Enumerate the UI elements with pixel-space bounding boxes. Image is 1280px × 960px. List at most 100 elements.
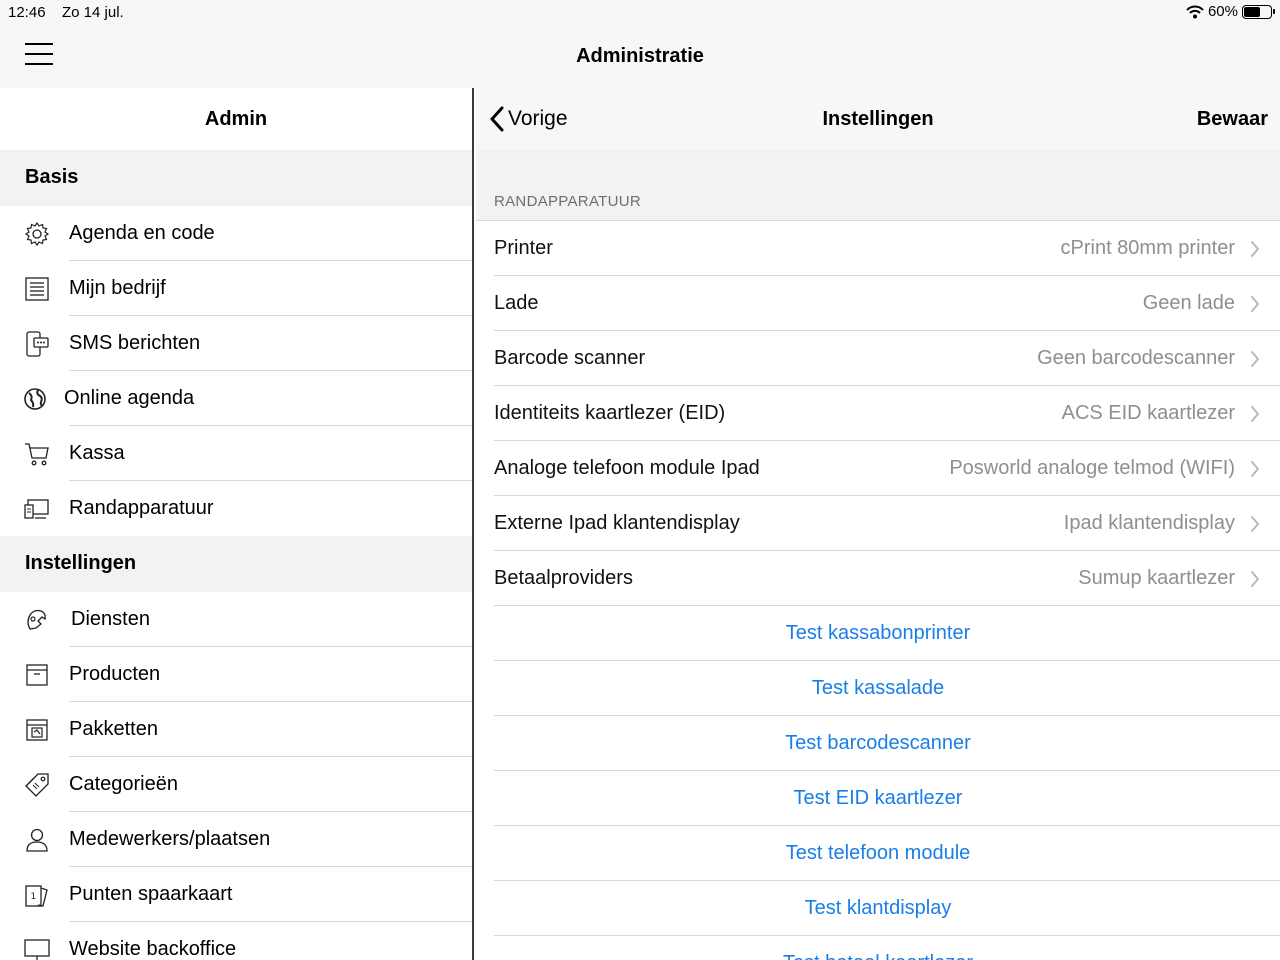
- sidebar: Admin Basis Agenda en code Mijn bedrijf …: [0, 88, 474, 960]
- services-icon: [27, 609, 46, 630]
- sidebar-item-label: Punten spaarkaart: [69, 883, 233, 905]
- test-barcodescanner-button[interactable]: Test barcodescanner: [476, 716, 1280, 771]
- sidebar-item-label: Categorieën: [69, 773, 178, 795]
- sidebar-item-label: Kassa: [69, 442, 125, 464]
- sidebar-item-label: Randapparatuur: [69, 497, 214, 519]
- box-icon: [26, 664, 48, 686]
- tags-icon: [25, 773, 49, 797]
- chevron-right-icon: [1251, 351, 1259, 367]
- sidebar-item-medewerkers[interactable]: Medewerkers/plaatsen: [0, 812, 472, 867]
- setting-value: Posworld analoge telmod (WIFI): [949, 457, 1235, 479]
- sidebar-item-label: Producten: [69, 663, 161, 685]
- battery-percentage: 60%: [1207, 3, 1238, 20]
- sidebar-item-mijn-bedrijf[interactable]: Mijn bedrijf: [0, 261, 472, 316]
- setting-value: ACS EID kaartlezer: [1061, 402, 1235, 424]
- cart-icon: [25, 443, 49, 466]
- test-betaal-kaartlezer-button[interactable]: Test betaal kaartlezer: [476, 936, 1280, 960]
- sidebar-item-label: Mijn bedrijf: [69, 277, 166, 299]
- sidebar-title: Admin: [204, 108, 268, 130]
- action-label: Test kassabonprinter: [785, 622, 971, 644]
- setting-value: Ipad klantendisplay: [1063, 512, 1235, 534]
- app-title: Administratie: [576, 45, 704, 67]
- wifi-icon: [1186, 5, 1204, 18]
- test-kassabonprinter-button[interactable]: Test kassabonprinter: [476, 606, 1280, 661]
- sidebar-item-randapparatuur[interactable]: Randapparatuur: [0, 481, 472, 536]
- save-button[interactable]: Bewaar: [1197, 108, 1268, 131]
- test-klantdisplay-button[interactable]: Test klantdisplay: [476, 881, 1280, 936]
- status-right: 60%: [1186, 3, 1275, 20]
- setting-row-printer[interactable]: Printer cPrint 80mm printer: [476, 221, 1280, 276]
- action-label: Test klantdisplay: [804, 897, 952, 919]
- setting-row-barcode-scanner[interactable]: Barcode scanner Geen barcodescanner: [476, 331, 1280, 386]
- battery-fill: [1244, 6, 1260, 17]
- action-label: Test EID kaartlezer: [793, 787, 963, 809]
- chevron-right-icon: [1251, 516, 1259, 532]
- setting-value: Sumup kaartlezer: [1078, 567, 1235, 589]
- sms-icon: [26, 331, 49, 357]
- action-label: Test kassalade: [811, 677, 945, 699]
- sidebar-item-online-agenda[interactable]: Online agenda: [0, 371, 472, 426]
- sidebar-item-label: Website backoffice: [69, 938, 237, 960]
- document-icon: [25, 277, 49, 301]
- sidebar-item-label: Pakketten: [69, 718, 158, 740]
- setting-label: Analoge telefoon module Ipad: [494, 457, 760, 479]
- setting-row-telefoon-module[interactable]: Analoge telefoon module Ipad Posworld an…: [476, 441, 1280, 496]
- settings-panel: Vorige Instellingen Bewaar RANDAPPARATUU…: [476, 88, 1280, 960]
- sidebar-item-kassa[interactable]: Kassa: [0, 426, 472, 481]
- action-label: Test betaal kaartlezer: [476, 952, 1280, 960]
- setting-row-lade[interactable]: Lade Geen lade: [476, 276, 1280, 331]
- setting-label: Betaalproviders: [494, 567, 633, 589]
- status-date: Zo 14 jul.: [62, 4, 124, 21]
- sidebar-item-label: Online agenda: [64, 387, 195, 409]
- svg-text:1: 1: [31, 892, 37, 902]
- action-label: Test barcodescanner: [785, 732, 971, 754]
- setting-label: Barcode scanner: [494, 347, 646, 369]
- settings-list: Printer cPrint 80mm printer Lade Geen la…: [476, 220, 1280, 960]
- gear-icon: [24, 221, 50, 247]
- sidebar-item-label: Medewerkers/plaatsen: [69, 828, 271, 850]
- group-header: RANDAPPARATUUR: [494, 193, 641, 210]
- monitor-icon: [24, 939, 50, 960]
- chevron-right-icon: [1251, 406, 1259, 422]
- card-icon: 1: [25, 885, 48, 907]
- sidebar-item-website-backoffice[interactable]: Website backoffice: [0, 922, 472, 960]
- chevron-right-icon: [1251, 296, 1259, 312]
- setting-label: Identiteits kaartlezer (EID): [494, 402, 726, 424]
- section-header-basis: Basis: [0, 150, 472, 206]
- sidebar-item-categorieen[interactable]: Categorieën: [0, 757, 472, 812]
- test-telefoon-module-button[interactable]: Test telefoon module: [476, 826, 1280, 881]
- setting-label: Lade: [494, 292, 539, 314]
- sidebar-item-spaarkaart[interactable]: 1 Punten spaarkaart: [0, 867, 472, 922]
- sidebar-item-diensten[interactable]: Diensten: [0, 592, 472, 647]
- chevron-right-icon: [1251, 241, 1259, 257]
- setting-row-eid[interactable]: Identiteits kaartlezer (EID) ACS EID kaa…: [476, 386, 1280, 441]
- setting-value: cPrint 80mm printer: [1060, 237, 1236, 259]
- setting-row-betaalproviders[interactable]: Betaalproviders Sumup kaartlezer: [476, 551, 1280, 606]
- setting-value: Geen lade: [1142, 292, 1235, 314]
- test-eid-kaartlezer-button[interactable]: Test EID kaartlezer: [476, 771, 1280, 826]
- page-title: Instellingen: [822, 108, 934, 130]
- devices-icon: [24, 499, 49, 519]
- setting-value: Geen barcodescanner: [1037, 347, 1235, 369]
- sidebar-item-label: SMS berichten: [69, 332, 201, 354]
- setting-row-klantendisplay[interactable]: Externe Ipad klantendisplay Ipad klanten…: [476, 496, 1280, 551]
- sidebar-item-producten[interactable]: Producten: [0, 647, 472, 702]
- chevron-right-icon: [1251, 571, 1259, 587]
- package-icon: [26, 719, 48, 741]
- test-kassalade-button[interactable]: Test kassalade: [476, 661, 1280, 716]
- section-header-instellingen: Instellingen: [0, 536, 472, 592]
- sidebar-item-sms[interactable]: SMS berichten: [0, 316, 472, 371]
- sidebar-item-agenda[interactable]: Agenda en code: [0, 206, 472, 261]
- globe-icon: [24, 388, 46, 410]
- battery-icon: [1242, 4, 1275, 19]
- app-header: Administratie: [0, 26, 1280, 88]
- chevron-right-icon: [1251, 461, 1259, 477]
- sidebar-item-label: Diensten: [71, 608, 150, 630]
- status-bar: 12:46 Zo 14 jul. 60%: [0, 0, 1280, 26]
- person-icon: [26, 828, 48, 852]
- action-label: Test telefoon module: [785, 842, 971, 864]
- sidebar-item-pakketten[interactable]: Pakketten: [0, 702, 472, 757]
- setting-label: Externe Ipad klantendisplay: [494, 512, 740, 534]
- detail-navbar: Vorige Instellingen Bewaar: [476, 88, 1280, 150]
- setting-label: Printer: [494, 237, 553, 259]
